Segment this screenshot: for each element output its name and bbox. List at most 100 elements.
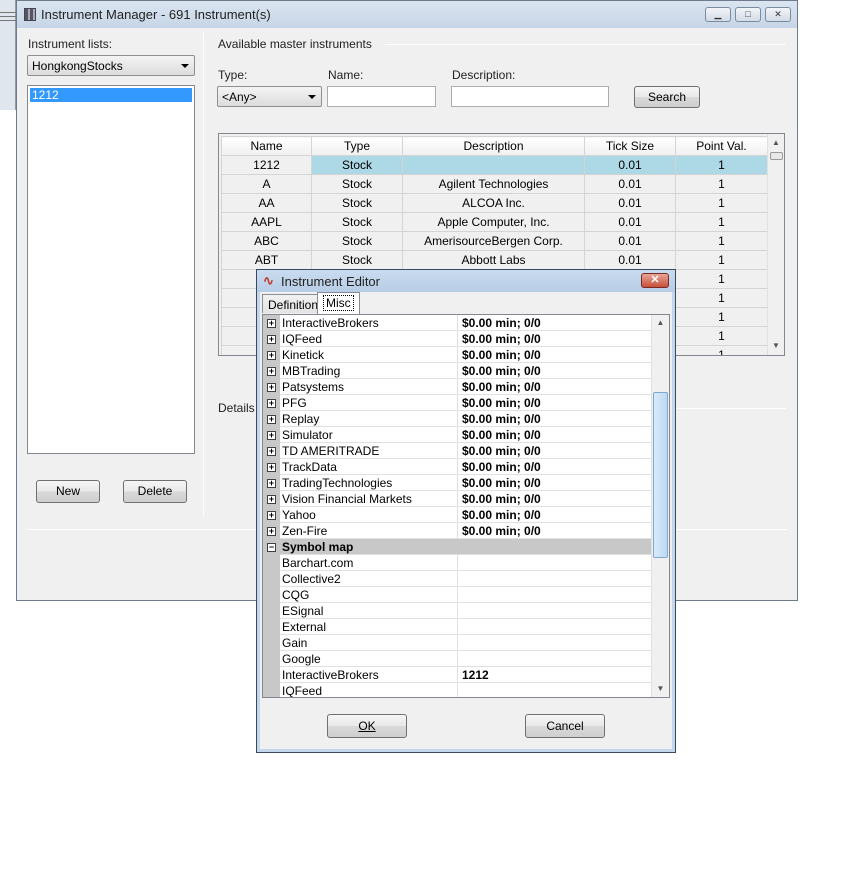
property-value[interactable] [457, 651, 462, 667]
expand-icon[interactable]: + [267, 495, 276, 504]
table-row[interactable]: A Stock Agilent Technologies 0.01 1 [221, 174, 768, 194]
property-row[interactable]: + Yahoo $0.00 min; 0/0 [263, 507, 651, 523]
cancel-button[interactable]: Cancel [525, 714, 605, 738]
property-value[interactable]: $0.00 min; 0/0 [457, 315, 541, 331]
expand-icon[interactable]: + [267, 431, 276, 440]
table-scrollbar[interactable]: ▲ ▼ [767, 134, 784, 355]
scroll-down-arrow[interactable]: ▼ [652, 682, 669, 696]
tab-definition[interactable]: Definition [262, 294, 325, 313]
expand-icon[interactable]: + [267, 463, 276, 472]
dialog-title-bar[interactable]: ∿ Instrument Editor ✕ [257, 270, 675, 292]
property-row[interactable]: + TradingTechnologies $0.00 min; 0/0 [263, 475, 651, 491]
scroll-thumb[interactable] [770, 152, 783, 160]
property-row[interactable]: Gain [263, 635, 651, 651]
property-value[interactable]: $0.00 min; 0/0 [457, 379, 541, 395]
column-header[interactable]: Tick Size [584, 136, 676, 156]
expand-icon[interactable]: + [267, 447, 276, 456]
property-row[interactable]: + TrackData $0.00 min; 0/0 [263, 459, 651, 475]
property-value[interactable]: $0.00 min; 0/0 [457, 507, 541, 523]
minimize-button[interactable]: ▁ [705, 7, 731, 22]
property-value[interactable]: $0.00 min; 0/0 [457, 459, 541, 475]
property-row[interactable]: + Zen-Fire $0.00 min; 0/0 [263, 523, 651, 539]
close-button[interactable]: ✕ [765, 7, 791, 22]
expand-icon[interactable]: + [267, 479, 276, 488]
property-row[interactable]: IQFeed [263, 683, 651, 697]
table-row[interactable]: AA Stock ALCOA Inc. 0.01 1 [221, 193, 768, 213]
type-dropdown[interactable]: <Any> [217, 86, 322, 107]
property-value[interactable] [457, 603, 462, 619]
property-value[interactable]: $0.00 min; 0/0 [457, 491, 541, 507]
expand-icon[interactable]: + [267, 527, 276, 536]
property-value[interactable] [457, 635, 462, 651]
property-value[interactable] [457, 571, 462, 587]
column-header[interactable]: Description [402, 136, 585, 156]
column-header[interactable]: Type [311, 136, 403, 156]
property-row[interactable]: + Patsystems $0.00 min; 0/0 [263, 379, 651, 395]
column-header[interactable]: Name [221, 136, 312, 156]
expand-icon[interactable]: + [267, 511, 276, 520]
property-row[interactable]: CQG [263, 587, 651, 603]
property-row[interactable]: + IQFeed $0.00 min; 0/0 [263, 331, 651, 347]
property-value[interactable]: $0.00 min; 0/0 [457, 331, 541, 347]
property-row[interactable]: + Vision Financial Markets $0.00 min; 0/0 [263, 491, 651, 507]
property-row[interactable]: Collective2 [263, 571, 651, 587]
property-value[interactable]: $0.00 min; 0/0 [457, 443, 541, 459]
property-value[interactable] [457, 619, 462, 635]
ok-button[interactable]: OK [327, 714, 407, 738]
property-row[interactable]: InteractiveBrokers 1212 [263, 667, 651, 683]
column-header[interactable]: Point Val. [675, 136, 768, 156]
property-value[interactable]: $0.00 min; 0/0 [457, 411, 541, 427]
property-value[interactable]: $0.00 min; 0/0 [457, 475, 541, 491]
expand-icon[interactable]: + [267, 319, 276, 328]
table-row[interactable]: ABC Stock AmerisourceBergen Corp. 0.01 1 [221, 231, 768, 251]
property-value[interactable] [457, 683, 462, 697]
maximize-button[interactable]: □ [735, 7, 761, 22]
table-row[interactable]: ABT Stock Abbott Labs 0.01 1 [221, 250, 768, 270]
collapse-icon[interactable]: − [267, 543, 276, 552]
list-item[interactable]: 1212 [30, 88, 192, 102]
description-input[interactable] [451, 86, 609, 107]
search-button[interactable]: Search [634, 86, 700, 108]
property-row[interactable]: Google [263, 651, 651, 667]
scroll-up-arrow[interactable]: ▲ [768, 136, 784, 150]
name-input[interactable] [327, 86, 436, 107]
title-bar[interactable]: Instrument Manager - 691 Instrument(s) ▁… [17, 1, 797, 28]
property-row[interactable]: + TD AMERITRADE $0.00 min; 0/0 [263, 443, 651, 459]
property-value[interactable]: $0.00 min; 0/0 [457, 427, 541, 443]
property-row[interactable]: + Kinetick $0.00 min; 0/0 [263, 347, 651, 363]
instrument-list-dropdown[interactable]: HongkongStocks [27, 55, 195, 76]
property-value[interactable]: $0.00 min; 0/0 [457, 363, 541, 379]
scroll-up-arrow[interactable]: ▲ [652, 316, 669, 330]
new-button[interactable]: New [36, 480, 100, 503]
delete-button[interactable]: Delete [123, 480, 187, 503]
instrument-list[interactable]: 1212 [27, 85, 195, 454]
table-row[interactable]: 1212 Stock 0.01 1 [221, 155, 768, 175]
expand-icon[interactable]: + [267, 335, 276, 344]
expand-icon[interactable]: + [267, 399, 276, 408]
property-row[interactable]: + MBTrading $0.00 min; 0/0 [263, 363, 651, 379]
property-row[interactable]: + InteractiveBrokers $0.00 min; 0/0 [263, 315, 651, 331]
expand-icon[interactable]: + [267, 351, 276, 360]
property-grid[interactable]: IQFeed InteractiveBrokers 1212 Google Gain Ex… [262, 314, 670, 698]
table-row[interactable]: AAPL Stock Apple Computer, Inc. 0.01 1 [221, 212, 768, 232]
property-row[interactable]: External [263, 619, 651, 635]
tab-misc[interactable]: Misc [317, 292, 360, 314]
property-value[interactable] [457, 555, 462, 571]
category-row[interactable]: − Symbol map [263, 539, 651, 555]
property-value[interactable]: $0.00 min; 0/0 [457, 523, 541, 539]
close-icon[interactable]: ✕ [641, 273, 669, 288]
scroll-down-arrow[interactable]: ▼ [768, 339, 784, 353]
property-value[interactable] [457, 587, 462, 603]
property-value[interactable]: $0.00 min; 0/0 [457, 347, 541, 363]
property-row[interactable]: + Replay $0.00 min; 0/0 [263, 411, 651, 427]
property-row[interactable]: Barchart.com [263, 555, 651, 571]
property-value[interactable]: 1212 [457, 667, 489, 683]
property-scrollbar[interactable]: ▲ ▼ [651, 315, 669, 697]
expand-icon[interactable]: + [267, 367, 276, 376]
property-row[interactable]: ESignal [263, 603, 651, 619]
scroll-thumb[interactable] [653, 392, 668, 558]
property-row[interactable]: + PFG $0.00 min; 0/0 [263, 395, 651, 411]
property-value[interactable]: $0.00 min; 0/0 [457, 395, 541, 411]
property-row[interactable]: + Simulator $0.00 min; 0/0 [263, 427, 651, 443]
expand-icon[interactable]: + [267, 415, 276, 424]
